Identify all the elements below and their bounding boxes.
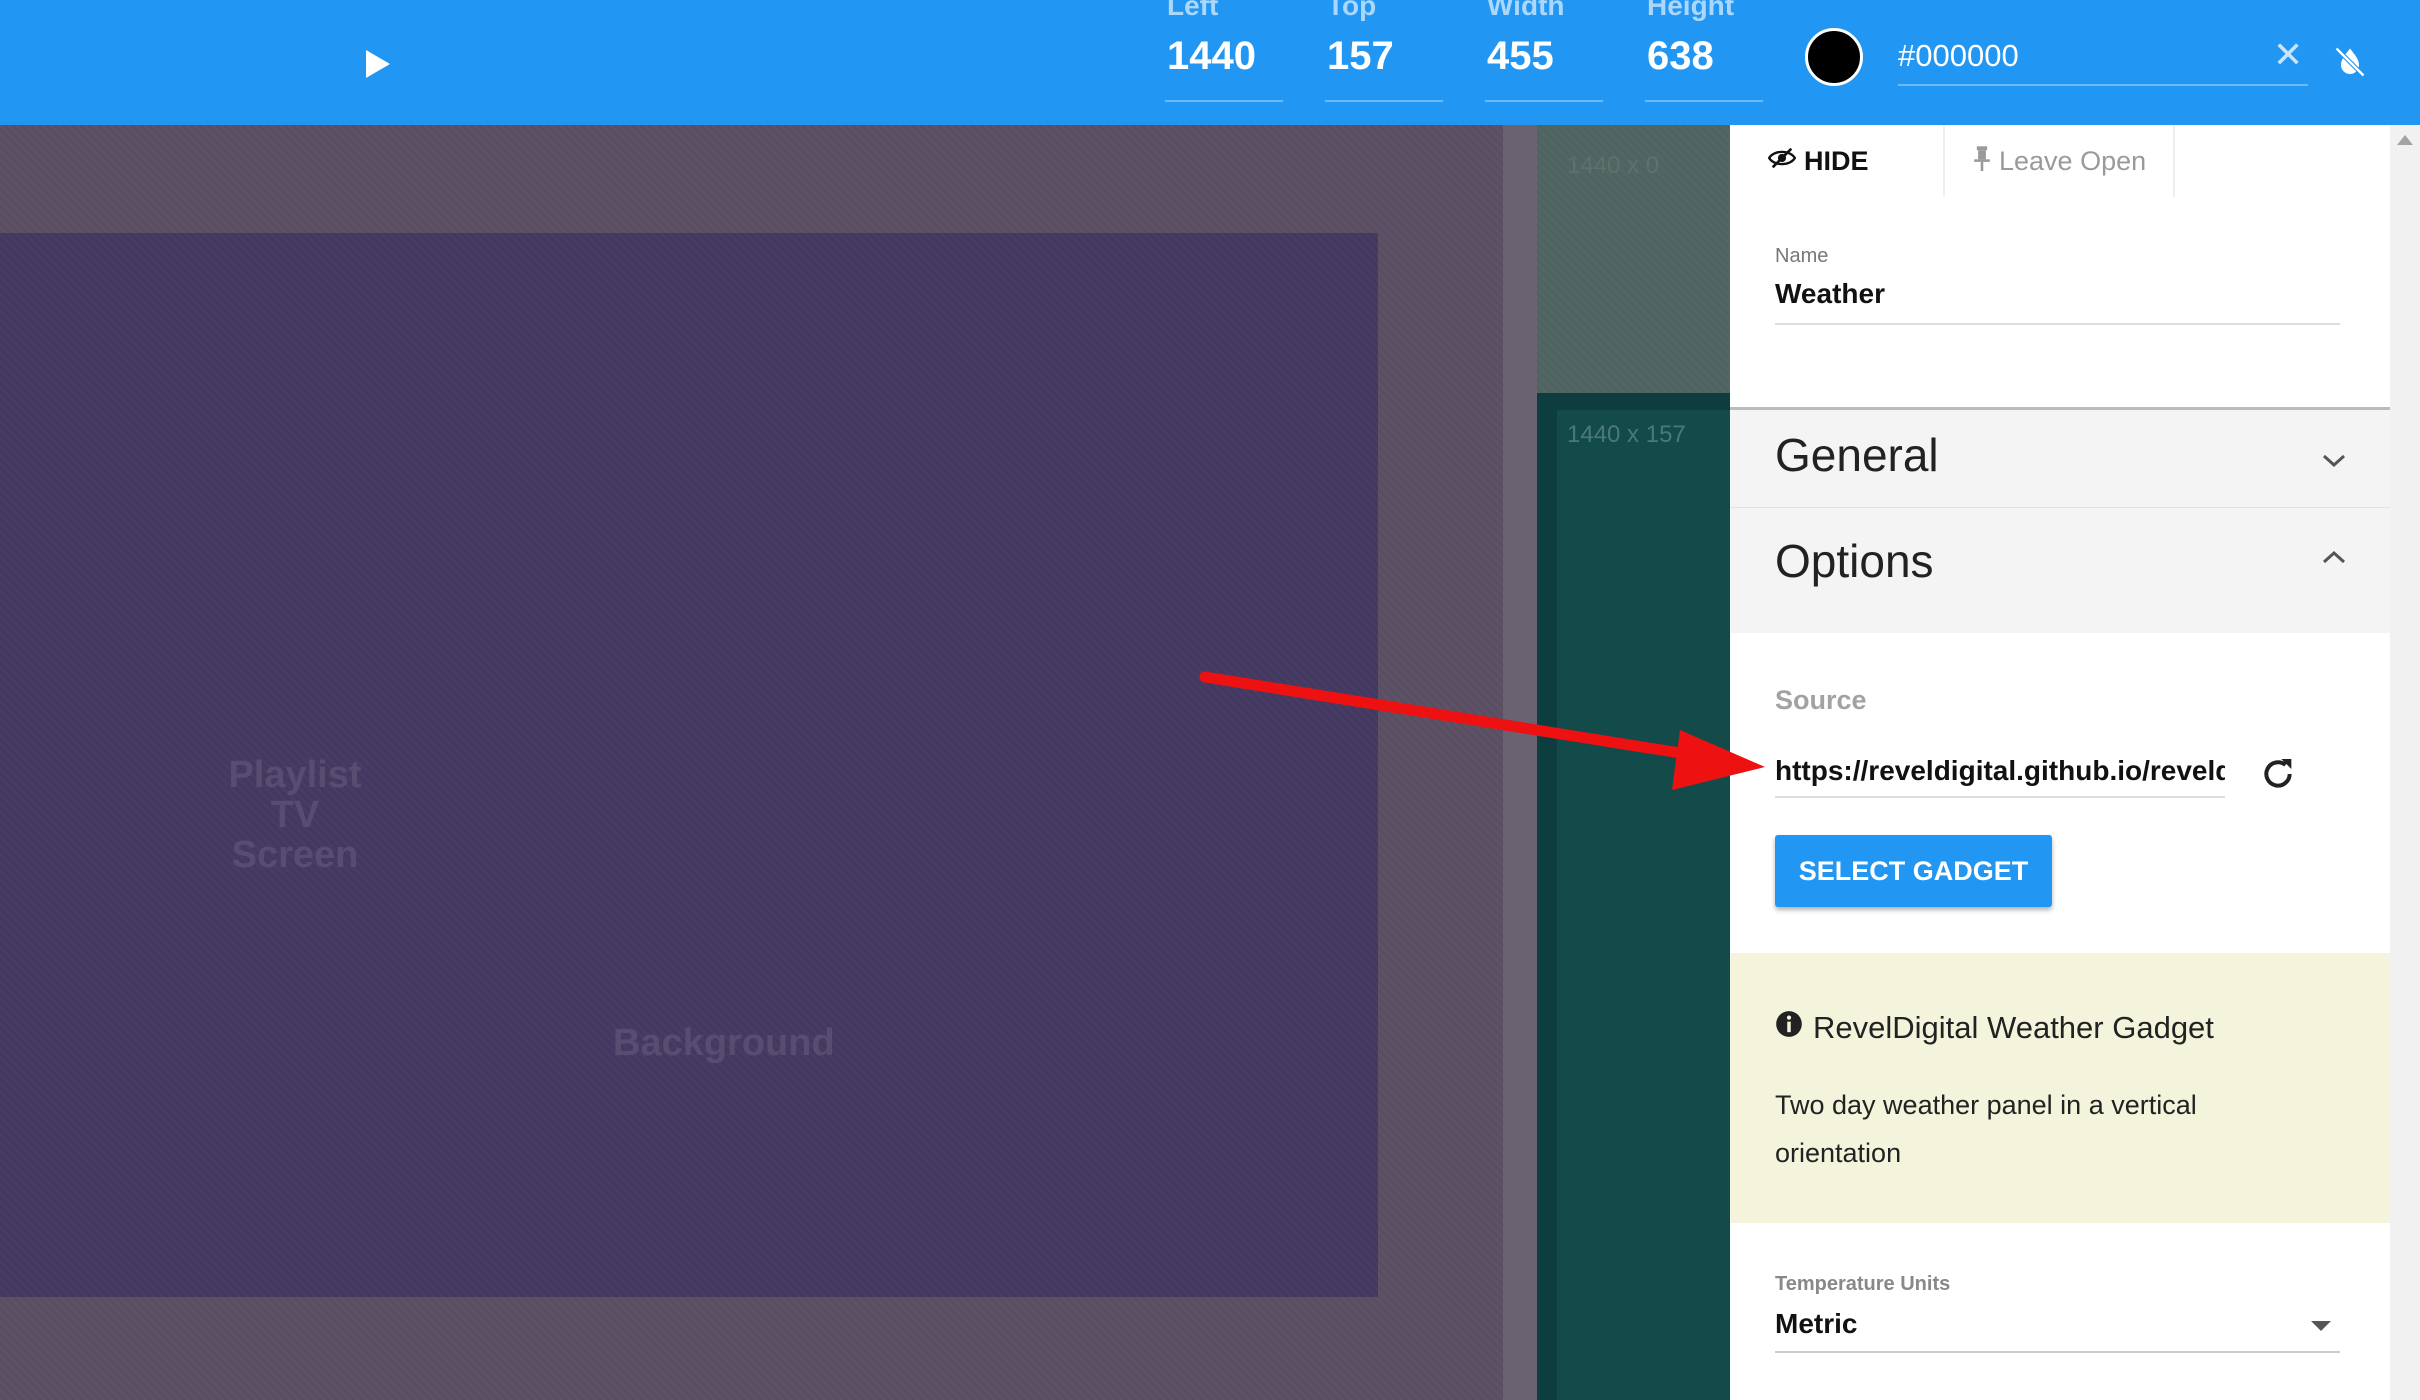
- color-input-underline: [1898, 84, 2308, 86]
- top-value[interactable]: 157: [1327, 34, 1394, 79]
- invert-colors-off-icon[interactable]: [2332, 44, 2368, 85]
- width-underline: [1485, 100, 1603, 102]
- top-label: Top: [1327, 0, 1377, 21]
- red-arrow: [1199, 671, 1765, 790]
- scroll-up-arrow-icon[interactable]: [2397, 135, 2413, 145]
- top-field[interactable]: Top 157: [1325, 0, 1443, 102]
- left-label: Left: [1167, 0, 1219, 21]
- play-icon[interactable]: [366, 50, 390, 78]
- height-value[interactable]: 638: [1647, 34, 1714, 79]
- left-field[interactable]: Left 1440: [1165, 0, 1283, 102]
- width-field[interactable]: Width 455: [1485, 0, 1603, 102]
- top-underline: [1325, 100, 1443, 102]
- color-swatch[interactable]: [1805, 28, 1863, 86]
- height-underline: [1645, 100, 1763, 102]
- clear-color-icon[interactable]: ✕: [2273, 34, 2303, 76]
- top-toolbar: Left 1440 Top 157 Width 455 Height 638 #…: [0, 0, 2420, 125]
- height-field[interactable]: Height 638: [1645, 0, 1763, 102]
- height-label: Height: [1647, 0, 1735, 21]
- color-input[interactable]: #000000: [1898, 38, 2019, 74]
- width-label: Width: [1487, 0, 1565, 21]
- left-underline: [1165, 100, 1283, 102]
- left-value[interactable]: 1440: [1167, 34, 1256, 79]
- width-value[interactable]: 455: [1487, 34, 1554, 79]
